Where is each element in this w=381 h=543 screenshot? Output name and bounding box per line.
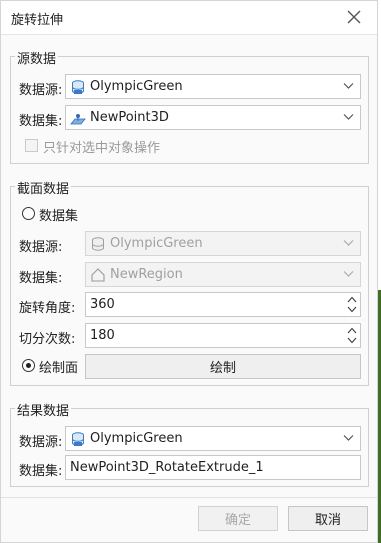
- ok-button[interactable]: 确定: [198, 506, 278, 531]
- region-dataset-icon: [91, 267, 105, 282]
- spinner-arrows-icon[interactable]: [347, 326, 357, 345]
- chevron-down-icon: [343, 435, 354, 441]
- rotate-angle-input[interactable]: 360: [85, 292, 361, 317]
- dataset-radio[interactable]: [22, 207, 35, 220]
- draw-region-radio-label: 绘制面: [39, 361, 79, 376]
- datasource-db-icon: [92, 236, 104, 251]
- datasource-db-icon: [72, 431, 84, 446]
- rotate-angle-label: 旋转角度:: [19, 301, 76, 316]
- close-icon[interactable]: [345, 8, 363, 26]
- source-data-group: 源数据 数据源: OlympicGreen 数据集: NewPoint3D 只针…: [10, 48, 369, 164]
- section-dataset-value: NewRegion: [110, 267, 183, 282]
- source-dataset-combo[interactable]: NewPoint3D: [65, 105, 361, 130]
- result-dataset-input[interactable]: NewPoint3D_RotateExtrude_1: [65, 455, 361, 480]
- result-dataset-label: 数据集:: [19, 464, 63, 479]
- section-data-group: 截面数据 数据集 数据源: OlympicGreen 数据集: NewRegio…: [10, 178, 369, 386]
- source-datasource-value: OlympicGreen: [90, 79, 183, 94]
- dialog-title: 旋转拉伸: [11, 13, 64, 28]
- source-data-legend: 源数据: [15, 48, 59, 67]
- section-datasource-label: 数据源:: [19, 240, 63, 255]
- point3d-dataset-icon: [70, 113, 86, 124]
- cancel-button[interactable]: 取消: [288, 506, 368, 531]
- section-datasource-combo[interactable]: OlympicGreen: [85, 231, 361, 256]
- segment-count-value: 180: [90, 328, 115, 343]
- dataset-radio-label: 数据集: [39, 209, 79, 224]
- result-data-legend: 结果数据: [15, 400, 72, 419]
- footer-divider: [1, 497, 377, 498]
- result-datasource-label: 数据源:: [19, 435, 63, 450]
- segment-count-input[interactable]: 180: [85, 323, 361, 348]
- only-selected-checkbox[interactable]: [25, 139, 38, 152]
- source-datasource-combo[interactable]: OlympicGreen: [65, 74, 361, 99]
- section-datasource-value: OlympicGreen: [110, 236, 203, 251]
- chevron-down-icon: [343, 271, 354, 277]
- rotate-extrude-dialog: 旋转拉伸 源数据 数据源: OlympicGreen 数据集: NewPoint…: [0, 0, 378, 543]
- result-datasource-combo[interactable]: OlympicGreen: [65, 426, 361, 451]
- section-dataset-combo[interactable]: NewRegion: [85, 262, 361, 287]
- draw-button[interactable]: 绘制: [85, 354, 361, 379]
- source-datasource-label: 数据源:: [19, 83, 63, 98]
- only-selected-label: 只针对选中对象操作: [43, 141, 161, 156]
- section-dataset-label: 数据集:: [19, 271, 63, 286]
- chevron-down-icon: [343, 83, 354, 89]
- datasource-db-icon: [72, 79, 84, 94]
- section-data-legend: 截面数据: [15, 178, 72, 197]
- title-bar: 旋转拉伸: [1, 1, 377, 35]
- result-dataset-value: NewPoint3D_RotateExtrude_1: [70, 460, 264, 475]
- source-dataset-value: NewPoint3D: [90, 110, 169, 125]
- rotate-angle-value: 360: [90, 297, 115, 312]
- chevron-down-icon: [343, 114, 354, 120]
- draw-region-radio[interactable]: [22, 359, 35, 372]
- result-datasource-value: OlympicGreen: [90, 431, 183, 446]
- spinner-arrows-icon[interactable]: [347, 295, 357, 314]
- segment-count-label: 切分次数:: [19, 332, 76, 347]
- chevron-down-icon: [343, 240, 354, 246]
- result-data-group: 结果数据 数据源: OlympicGreen 数据集: NewPoint3D_R…: [10, 400, 369, 487]
- source-dataset-label: 数据集:: [19, 114, 63, 129]
